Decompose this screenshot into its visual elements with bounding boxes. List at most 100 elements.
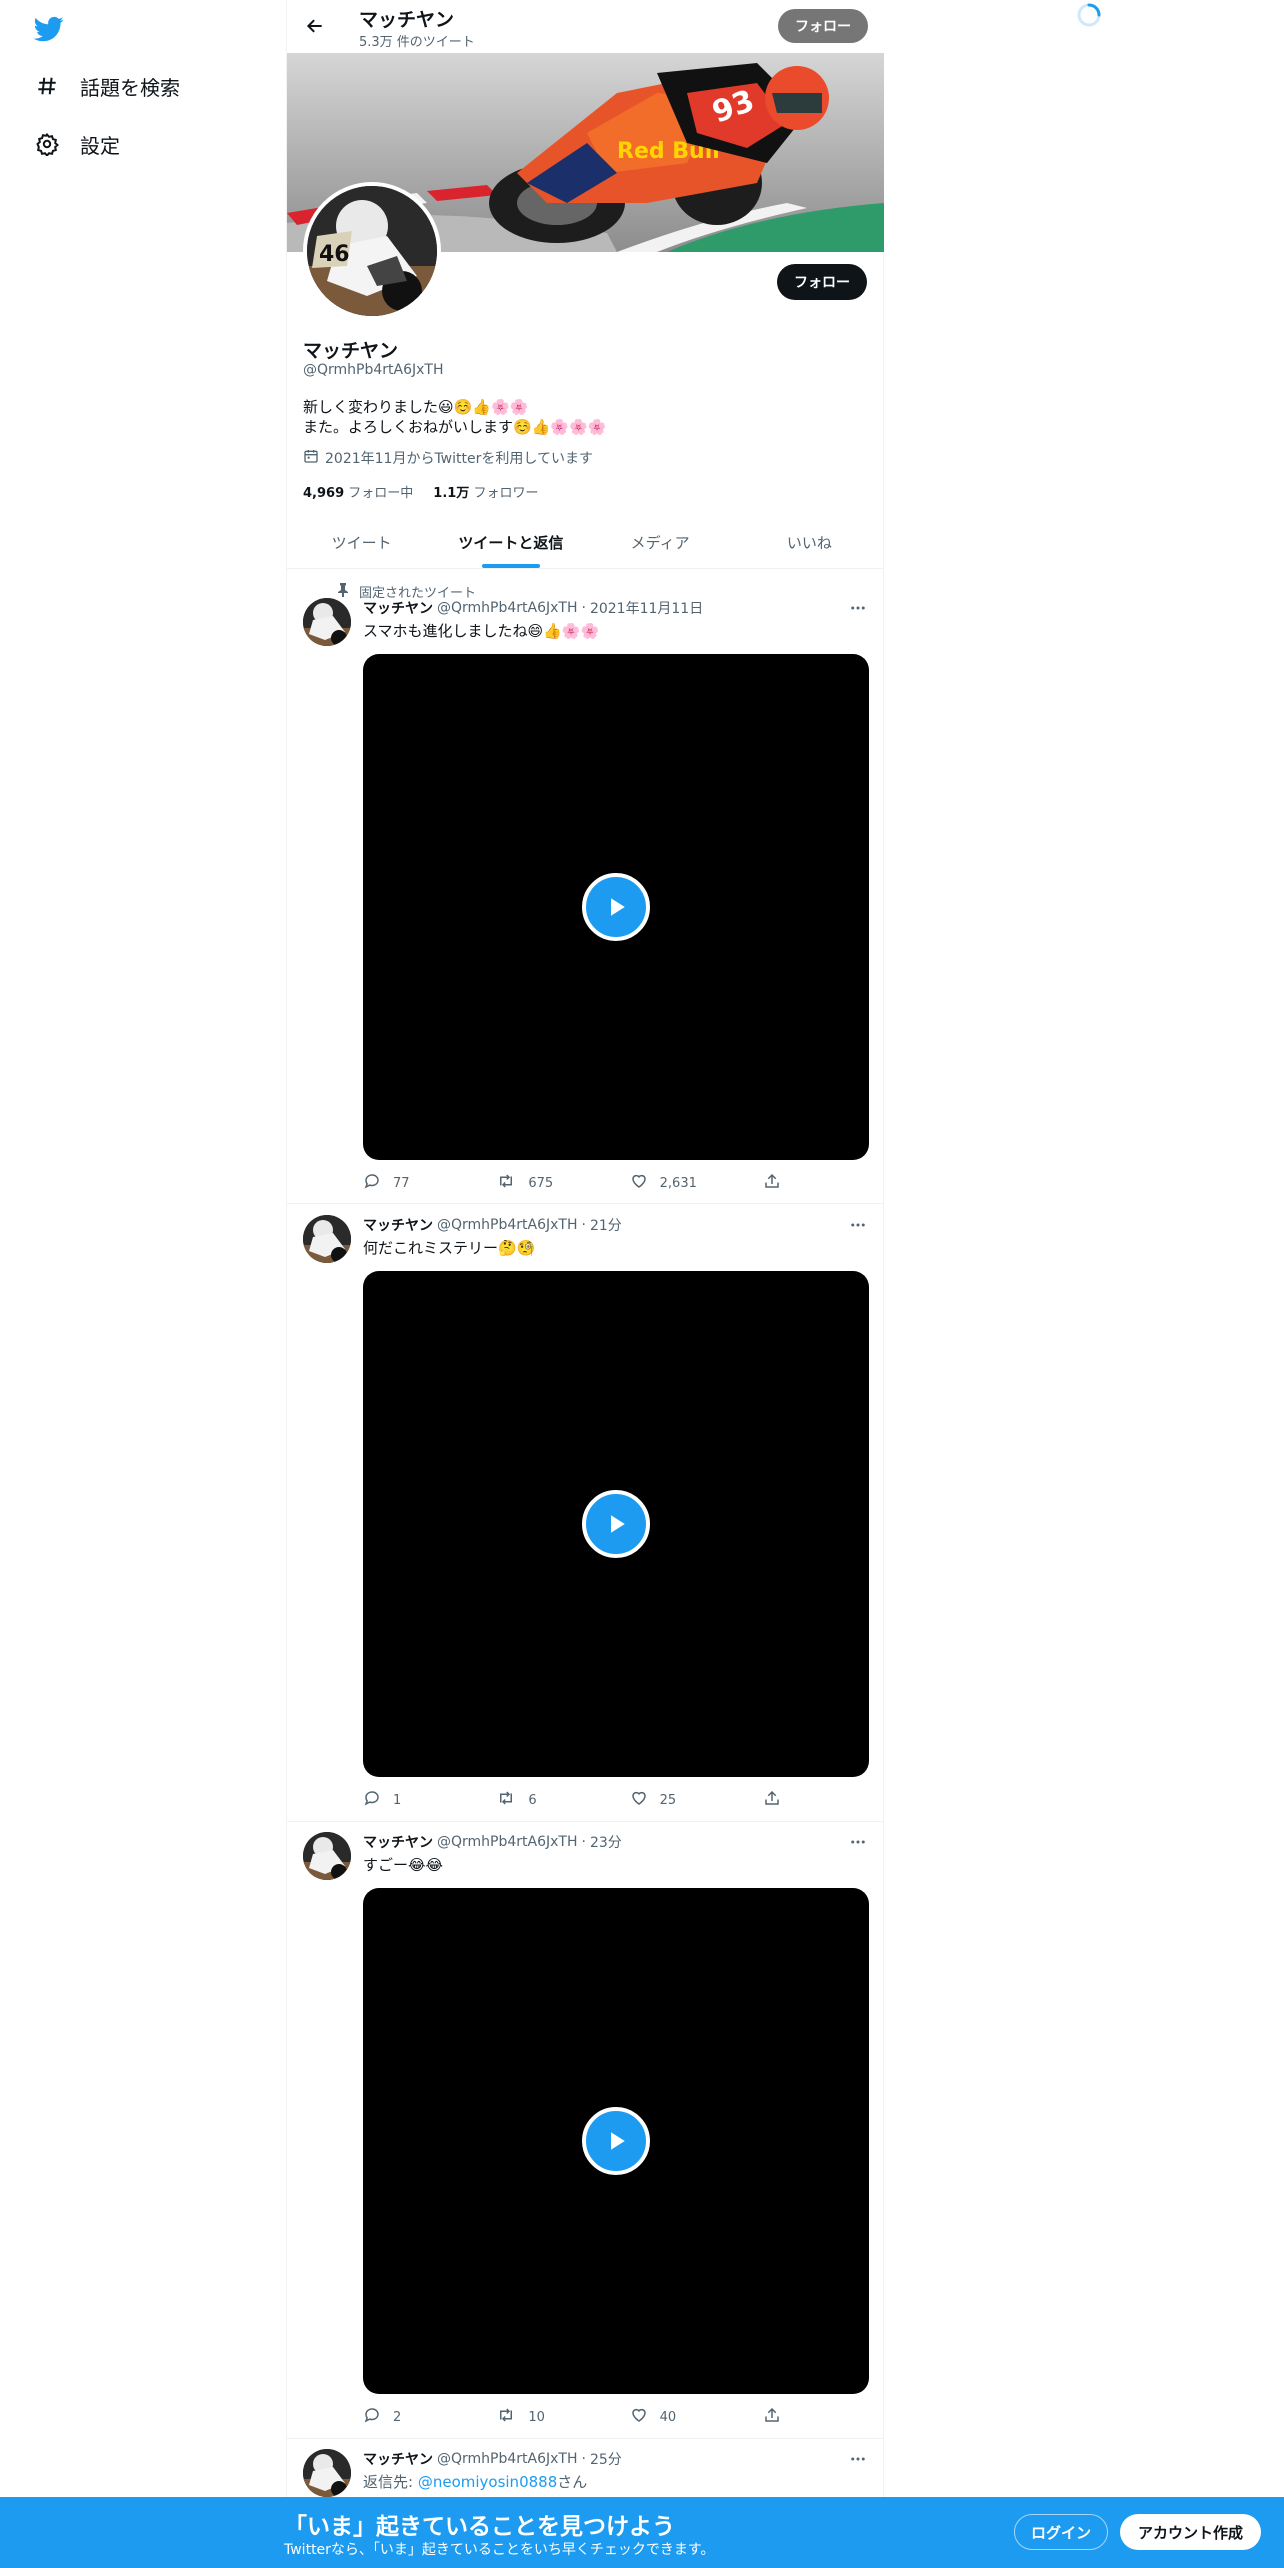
tab-label: メディア <box>630 533 690 552</box>
main-column: マッチヤン 5.3万 件のツイート フォロー Red Bull 93 46 フォ… <box>286 0 884 2568</box>
following-count: 4,969 <box>303 486 345 501</box>
like-button[interactable]: 2,631 <box>630 1172 740 1194</box>
tweet-item[interactable]: 固定されたツイート マッチヤン @QrmhPb4rtA6JxTH · 2021年… <box>287 570 884 1204</box>
reply-icon <box>363 1172 381 1194</box>
profile-follow-button[interactable]: フォロー <box>777 264 867 300</box>
reply-count: 2 <box>393 2409 402 2425</box>
hashtag-icon <box>34 73 60 99</box>
separator-dot: · <box>581 600 586 616</box>
tweet-text: スマホも進化しましたね😄👍🌸🌸 <box>363 622 600 640</box>
pin-icon <box>337 582 351 601</box>
share-button[interactable] <box>763 1789 783 1811</box>
tweet-author-handle[interactable]: @QrmhPb4rtA6JxTH <box>437 600 578 616</box>
profile-avatar[interactable]: 46 <box>303 182 441 320</box>
tweet-avatar[interactable] <box>303 2449 351 2497</box>
following-label: フォロー中 <box>348 486 414 501</box>
more-options-icon[interactable] <box>848 598 868 618</box>
reply-suffix: さん <box>557 2473 588 2491</box>
share-button[interactable] <box>763 1172 783 1194</box>
tab-tweets[interactable]: ツイート <box>287 516 436 568</box>
followers-count: 1.1万 <box>433 486 470 501</box>
tweet-author-name[interactable]: マッチヤン <box>363 1215 433 1235</box>
tab-likes[interactable]: いいね <box>735 516 884 568</box>
tweet-timestamp[interactable]: 2021年11月11日 <box>590 598 703 618</box>
reply-button[interactable]: 2 <box>363 2406 473 2428</box>
like-count: 25 <box>659 1792 677 1808</box>
retweet-button[interactable]: 10 <box>496 2406 606 2428</box>
tweet-author-handle[interactable]: @QrmhPb4rtA6JxTH <box>437 1217 578 1233</box>
login-button[interactable]: ログイン <box>1014 2514 1109 2550</box>
heart-icon <box>630 1172 648 1194</box>
tweet-header: マッチヤン @QrmhPb4rtA6JxTH · 21分 <box>363 1215 622 1235</box>
twitter-logo-icon[interactable] <box>33 14 64 44</box>
tweet-avatar[interactable] <box>303 598 351 646</box>
tweet-avatar[interactable] <box>303 1832 351 1880</box>
like-count: 40 <box>659 2409 677 2425</box>
more-options-icon[interactable] <box>848 1215 868 1235</box>
retweet-count: 6 <box>528 1792 537 1808</box>
play-button-icon[interactable] <box>582 873 650 941</box>
profile-header-bar: マッチヤン 5.3万 件のツイート フォロー <box>287 0 884 53</box>
joined-text: 2021年11月からTwitterを利用しています <box>325 451 593 467</box>
retweet-count: 675 <box>528 1175 554 1191</box>
tweet-author-name[interactable]: マッチヤン <box>363 598 433 618</box>
like-button[interactable]: 25 <box>630 1789 740 1811</box>
reply-count: 77 <box>393 1175 410 1191</box>
retweet-button[interactable]: 675 <box>496 1172 606 1194</box>
play-button-icon[interactable] <box>582 2107 650 2175</box>
tweet-timestamp[interactable]: 25分 <box>590 2449 622 2469</box>
tab-tweets-and-replies[interactable]: ツイートと返信 <box>436 516 585 568</box>
loading-spinner-icon <box>1076 2 1102 28</box>
tweet-timestamp[interactable]: 21分 <box>590 1215 622 1235</box>
tweet-video[interactable] <box>363 1888 869 2394</box>
tab-label: ツイート <box>331 533 392 552</box>
sidebar-item-label: 話題を検索 <box>80 75 180 100</box>
play-button-icon[interactable] <box>582 1490 650 1558</box>
tweet-actions: 2 10 40 <box>363 2406 783 2428</box>
profile-joined-date: 2021年11月からTwitterを利用しています <box>303 448 593 468</box>
tweet-header: マッチヤン @QrmhPb4rtA6JxTH · 25分 <box>363 2449 622 2469</box>
reply-to-link[interactable]: @neomiyosin0888 <box>418 2473 557 2491</box>
separator-dot: · <box>581 1217 586 1233</box>
tweet-author-name[interactable]: マッチヤン <box>363 2449 433 2469</box>
tweet-author-name[interactable]: マッチヤン <box>363 1832 433 1852</box>
retweet-count: 10 <box>528 2409 545 2425</box>
share-icon <box>763 2406 781 2428</box>
tweet-timestamp[interactable]: 23分 <box>590 1832 622 1852</box>
tweet-video[interactable] <box>363 1271 869 1777</box>
tweet-author-handle[interactable]: @QrmhPb4rtA6JxTH <box>437 1834 578 1850</box>
tweet-actions: 1 6 25 <box>363 1789 783 1811</box>
more-options-icon[interactable] <box>848 1832 868 1852</box>
svg-text:46: 46 <box>319 242 350 267</box>
back-arrow-icon[interactable] <box>303 14 327 38</box>
followers-label: フォロワー <box>473 486 539 501</box>
tweet-author-handle[interactable]: @QrmhPb4rtA6JxTH <box>437 2451 578 2467</box>
reply-button[interactable]: 1 <box>363 1789 473 1811</box>
reply-button[interactable]: 77 <box>363 1172 473 1194</box>
create-account-button[interactable]: アカウント作成 <box>1120 2514 1262 2550</box>
like-button[interactable]: 40 <box>630 2406 740 2428</box>
tweet-header: マッチヤン @QrmhPb4rtA6JxTH · 2021年11月11日 <box>363 598 703 618</box>
following-link[interactable]: 4,969 フォロー中 <box>303 482 413 501</box>
tweet-item[interactable]: マッチヤン @QrmhPb4rtA6JxTH · 21分 何だこれミステリー🤔🧐… <box>287 1205 884 1822</box>
reply-count: 1 <box>393 1792 402 1808</box>
sidebar-item-explore[interactable]: 話題を検索 <box>34 66 180 106</box>
tweet-actions: 77 675 2,631 <box>363 1172 783 1194</box>
more-options-icon[interactable] <box>848 2449 868 2469</box>
tweet-item[interactable]: マッチヤン @QrmhPb4rtA6JxTH · 23分 すごー😂😂 2 10 <box>287 1822 884 2439</box>
active-tab-indicator <box>481 564 540 568</box>
retweet-icon <box>496 1172 516 1194</box>
header-name: マッチヤン <box>359 9 455 31</box>
signup-banner: 「いま」起きていることを見つけよう Twitterなら、「いま」起きていることを… <box>0 2497 1284 2568</box>
profile-name: マッチヤン <box>303 340 399 362</box>
tweet-avatar[interactable] <box>303 1215 351 1263</box>
followers-link[interactable]: 1.1万 フォロワー <box>433 482 538 501</box>
retweet-button[interactable]: 6 <box>496 1789 606 1811</box>
sidebar-item-settings[interactable]: 設定 <box>34 124 120 164</box>
retweet-icon <box>496 2406 516 2428</box>
header-follow-button[interactable]: フォロー <box>778 9 868 43</box>
share-icon <box>763 1789 781 1811</box>
tweet-video[interactable] <box>363 654 869 1160</box>
share-button[interactable] <box>763 2406 783 2428</box>
tab-media[interactable]: メディア <box>586 516 735 568</box>
